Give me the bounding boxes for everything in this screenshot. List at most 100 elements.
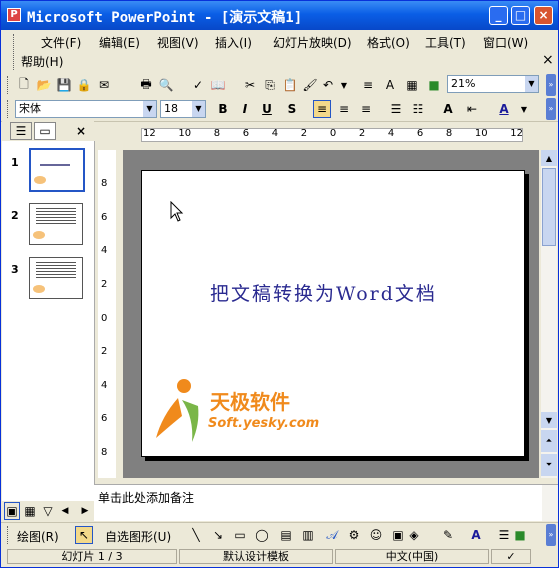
powerpoint-app-icon[interactable]: P bbox=[7, 8, 21, 22]
previous-slide-icon[interactable]: ⏶ bbox=[541, 430, 557, 452]
scroll-down-icon[interactable]: ▼ bbox=[541, 412, 557, 428]
toolbar-options-icon[interactable]: » bbox=[546, 74, 556, 96]
slide-thumbnail-1[interactable] bbox=[29, 148, 85, 192]
align-right-button[interactable]: ≡ bbox=[357, 100, 375, 118]
grow-font-button[interactable]: A bbox=[439, 100, 457, 118]
clipart-icon[interactable]: ☺ bbox=[367, 526, 385, 544]
email-icon[interactable]: ✉ bbox=[95, 76, 113, 94]
menu-file[interactable]: 文件(F) bbox=[41, 34, 81, 51]
slide-thumbnail-2[interactable] bbox=[29, 203, 83, 245]
wordart-icon[interactable]: 𝒜 bbox=[323, 526, 341, 544]
drawing-font-color-icon[interactable]: A bbox=[467, 526, 485, 544]
format-painter-icon[interactable]: 🖌 bbox=[301, 76, 319, 94]
notes-scrollbar[interactable] bbox=[542, 485, 558, 521]
save-icon[interactable]: 💾 bbox=[55, 76, 73, 94]
font-color-button[interactable]: A bbox=[495, 100, 513, 118]
color-grayscale-icon[interactable]: ■ bbox=[425, 76, 443, 94]
new-icon[interactable]: 🗋 bbox=[15, 76, 33, 94]
vertical-scrollbar[interactable]: ▲ ▼ ⏶ ⏷ bbox=[541, 150, 557, 478]
menubar-grip[interactable] bbox=[13, 34, 17, 70]
title-bar[interactable]: P Microsoft PowerPoint - [演示文稿1] _ □ × bbox=[1, 1, 558, 30]
slides-tab[interactable]: ▭ bbox=[34, 122, 56, 140]
close-document-icon[interactable]: × bbox=[542, 52, 554, 68]
drawing-toolbar-grip[interactable] bbox=[7, 526, 11, 544]
standard-toolbar-grip[interactable] bbox=[7, 76, 11, 94]
scroll-thumb[interactable] bbox=[542, 168, 556, 246]
outline-tab[interactable]: ☰ bbox=[10, 122, 32, 140]
slide-title[interactable]: 把文稿转换为Word文档 bbox=[210, 279, 437, 306]
menu-slideshow[interactable]: 幻灯片放映(D) bbox=[273, 34, 352, 51]
open-icon[interactable]: 📂 bbox=[35, 76, 53, 94]
decrease-indent-icon[interactable]: ⇤ bbox=[463, 100, 481, 118]
formatting-toolbar-grip[interactable] bbox=[7, 100, 11, 118]
cut-icon[interactable]: ✂ bbox=[241, 76, 259, 94]
ruler-label: 10 bbox=[178, 128, 192, 139]
menu-view[interactable]: 视图(V) bbox=[157, 34, 199, 51]
drawing-options-icon[interactable]: » bbox=[546, 524, 556, 546]
vertical-textbox-icon[interactable]: ▥ bbox=[299, 526, 317, 544]
scroll-up-icon[interactable]: ▲ bbox=[541, 150, 557, 166]
scroll-left-icon[interactable]: ◀ bbox=[58, 502, 72, 520]
slide-thumbnail-3[interactable] bbox=[29, 257, 83, 299]
print-preview-icon[interactable]: 🔍 bbox=[157, 76, 175, 94]
close-button[interactable]: × bbox=[534, 6, 553, 25]
align-left-button[interactable]: ≡ bbox=[313, 100, 331, 118]
line-icon[interactable]: ╲ bbox=[187, 526, 205, 544]
notes-pane[interactable]: 单击此处添加备注 bbox=[94, 484, 558, 521]
align-center-button[interactable]: ≡ bbox=[335, 100, 353, 118]
underline-button[interactable]: U bbox=[258, 100, 276, 118]
formatting-options-icon[interactable]: » bbox=[546, 98, 556, 120]
print-icon[interactable]: 🖶 bbox=[137, 76, 155, 94]
autoshapes-menu[interactable]: 自选图形(U) bbox=[105, 528, 171, 545]
research-icon[interactable]: 📖 bbox=[209, 76, 227, 94]
draw-menu[interactable]: 绘图(R) bbox=[17, 528, 59, 545]
bullets-button[interactable]: ☷ bbox=[409, 100, 427, 118]
pane-close-icon[interactable]: × bbox=[72, 122, 90, 140]
chevron-down-icon: ▼ bbox=[525, 76, 538, 92]
slide-sorter-icon[interactable]: ▦ bbox=[22, 502, 38, 520]
next-slide-icon[interactable]: ⏷ bbox=[541, 454, 557, 476]
line-color-icon[interactable]: ✎ bbox=[439, 526, 457, 544]
menu-format[interactable]: 格式(O) bbox=[367, 34, 410, 51]
fill-color-icon[interactable]: ◈ bbox=[405, 526, 423, 544]
numbering-button[interactable]: ☰ bbox=[387, 100, 405, 118]
copy-icon[interactable]: ⎘ bbox=[261, 76, 279, 94]
italic-button[interactable]: I bbox=[236, 100, 254, 118]
menu-help[interactable]: 帮助(H) bbox=[21, 53, 63, 70]
scroll-right-icon[interactable]: ▶ bbox=[78, 502, 92, 520]
font-size-select[interactable]: 18 ▼ bbox=[160, 100, 206, 118]
shadow-button[interactable]: S bbox=[283, 100, 301, 118]
bold-button[interactable]: B bbox=[214, 100, 232, 118]
spelling-status-icon[interactable]: ✓ bbox=[491, 549, 531, 564]
expand-all-icon[interactable]: ≡ bbox=[359, 76, 377, 94]
slideshow-icon[interactable]: ▽ bbox=[40, 502, 56, 520]
paste-icon[interactable]: 📋 bbox=[281, 76, 299, 94]
textbox-icon[interactable]: ▤ bbox=[277, 526, 295, 544]
permission-icon[interactable]: 🔒 bbox=[75, 76, 93, 94]
zoom-select[interactable]: 21% ▼ bbox=[447, 75, 539, 93]
arrow-icon[interactable]: ↘ bbox=[209, 526, 227, 544]
undo-dropdown-icon[interactable]: ▼ bbox=[335, 76, 353, 94]
diagram-icon[interactable]: ⚙ bbox=[345, 526, 363, 544]
oval-icon[interactable]: ◯ bbox=[253, 526, 271, 544]
shadow-style-icon[interactable]: ■ bbox=[511, 526, 529, 544]
menu-window[interactable]: 窗口(W) bbox=[483, 34, 528, 51]
mouse-pointer-icon bbox=[170, 201, 184, 222]
maximize-button[interactable]: □ bbox=[511, 6, 530, 25]
standard-toolbar: 🗋 📂 💾 🔒 ✉ 🖶 🔍 ✓ 📖 ✂ ⎘ 📋 🖌 ↶ ▼ ≡ A ▦ ■ 21… bbox=[1, 73, 558, 98]
select-objects-icon[interactable]: ↖ bbox=[75, 526, 93, 544]
menu-tools[interactable]: 工具(T) bbox=[425, 34, 466, 51]
minimize-button[interactable]: _ bbox=[489, 6, 508, 25]
thumb-logo bbox=[33, 285, 45, 293]
spelling-icon[interactable]: ✓ bbox=[189, 76, 207, 94]
normal-view-icon[interactable]: ▣ bbox=[4, 502, 20, 520]
ruler-label: 4 bbox=[101, 379, 108, 391]
show-formatting-icon[interactable]: A bbox=[381, 76, 399, 94]
menu-edit[interactable]: 编辑(E) bbox=[99, 34, 140, 51]
grid-icon[interactable]: ▦ bbox=[403, 76, 421, 94]
font-color-dropdown-icon[interactable]: ▼ bbox=[515, 100, 533, 118]
slide-canvas[interactable]: 把文稿转换为Word文档 天极软件 Soft.yesky.com bbox=[141, 170, 525, 457]
font-select[interactable]: 宋体 ▼ bbox=[15, 100, 157, 118]
menu-insert[interactable]: 插入(I) bbox=[215, 34, 252, 51]
rectangle-icon[interactable]: ▭ bbox=[231, 526, 249, 544]
